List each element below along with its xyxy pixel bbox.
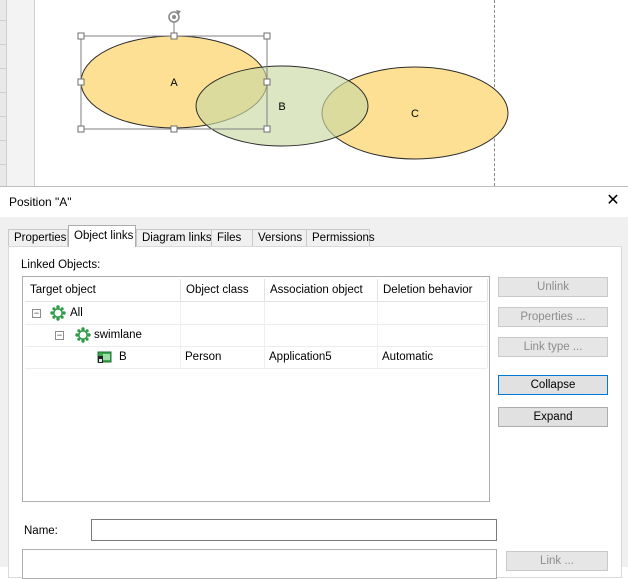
name-label: Name: — [24, 525, 58, 537]
linked-objects-list[interactable]: Target object Object class Association o… — [22, 276, 490, 502]
tab-versions[interactable]: Versions — [252, 229, 307, 246]
object-class-cell — [181, 324, 265, 346]
link-button[interactable]: Link ... — [506, 551, 608, 571]
target-object-cell: B — [25, 346, 181, 368]
shape-b-label: B — [278, 101, 285, 113]
tree-label-b: B — [119, 351, 127, 363]
column-association-object[interactable]: Association object — [265, 279, 378, 301]
tree-label-all: All — [70, 307, 83, 319]
column-deletion-behavior[interactable]: Deletion behavior — [378, 279, 488, 301]
shape-c-label: C — [411, 108, 419, 120]
list-item[interactable]: − All — [25, 302, 488, 325]
association-cell — [265, 302, 378, 324]
tab-properties[interactable]: Properties — [8, 229, 68, 246]
tab-object-links[interactable]: Object links — [68, 225, 136, 247]
column-object-class[interactable]: Object class — [181, 279, 265, 301]
diagram-canvas[interactable]: C A B — [0, 0, 628, 186]
unlink-button[interactable]: Unlink — [498, 277, 608, 297]
linked-objects-label: Linked Objects: — [21, 259, 101, 271]
collapse-toggle[interactable]: − — [32, 309, 41, 318]
tab-files[interactable]: Files — [211, 229, 253, 246]
expand-button[interactable]: Expand — [498, 407, 608, 427]
lower-list-box[interactable] — [22, 549, 497, 579]
deletion-cell — [378, 324, 488, 346]
shape-b[interactable]: B — [195, 65, 369, 147]
rotate-icon[interactable] — [168, 10, 181, 23]
target-object-cell: − All — [25, 302, 181, 324]
association-cell: Application5 — [265, 346, 378, 368]
person-object-icon — [97, 351, 112, 363]
object-class-cell — [181, 302, 265, 324]
target-object-cell: − swimlane — [25, 324, 181, 346]
list-item[interactable]: B Person Application5 Automatic — [25, 346, 488, 369]
association-cell — [265, 324, 378, 346]
tab-permissions[interactable]: Permissions — [306, 229, 375, 246]
close-icon[interactable]: ✕ — [602, 190, 624, 212]
list-header: Target object Object class Association o… — [25, 279, 488, 302]
column-target-object[interactable]: Target object — [25, 279, 181, 301]
dialog-titlebar: Position "A" ✕ — [0, 187, 628, 217]
group-icon — [50, 305, 66, 321]
link-type-button[interactable]: Link type ... — [498, 337, 608, 357]
deletion-cell: Automatic — [378, 346, 488, 368]
deletion-cell — [378, 302, 488, 324]
group-icon — [75, 327, 91, 343]
collapse-toggle[interactable]: − — [55, 331, 64, 340]
collapse-button[interactable]: Collapse — [498, 375, 608, 395]
diagram-shapes: C A B — [77, 10, 509, 160]
tree-label-swimlane: swimlane — [94, 329, 142, 341]
object-class-cell: Person — [181, 346, 265, 368]
properties-button[interactable]: Properties ... — [498, 307, 608, 327]
dialog-title: Position "A" — [9, 195, 72, 209]
list-item[interactable]: − swimlane — [25, 324, 488, 347]
object-properties-dialog: Position "A" ✕ Properties Object links D… — [0, 186, 628, 579]
name-field[interactable] — [91, 519, 497, 541]
shape-a-label: A — [170, 77, 178, 89]
tab-diagram-links[interactable]: Diagram links — [136, 229, 212, 246]
